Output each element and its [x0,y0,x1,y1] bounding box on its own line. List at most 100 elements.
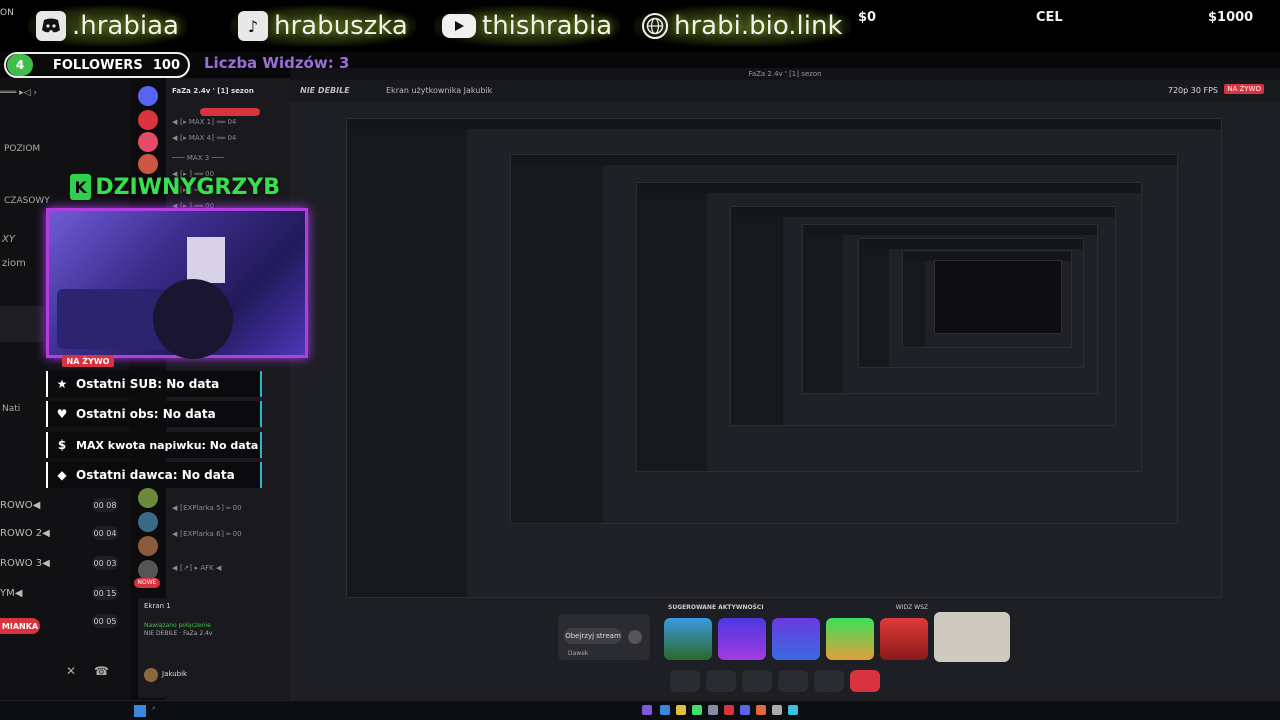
screen-title: Ekran użytkownika Jakubik [386,86,493,95]
left-channel-3[interactable]: ROWO 3 ◀ 00 03 [0,552,130,574]
left-red-badge: MIANKA [0,618,40,634]
channel-item[interactable]: ◀ ⟦▸ MAX 1⟧ ══ 04 [172,118,284,130]
channel-name: ROWO 2 [0,527,43,539]
channel-item[interactable]: ◀ ⟦▸ MAX 4⟧ ══ 04 [172,134,284,146]
left-channel-1[interactable]: ROWO ◀ 00 08 [0,494,130,516]
social-youtube: thishrabia [434,6,621,46]
stream-header: NIE DEBILE Ekran użytkownika Jakubik 720… [290,80,1280,102]
money-goal: $1000 [1208,10,1254,25]
avatar[interactable] [144,668,158,682]
channel-item[interactable]: ◀ ⟦EXPlarka 6⟧ ═ 00 [172,530,284,542]
nested-stream-8 [934,260,1062,334]
server-icon[interactable] [138,560,158,580]
discord-handle[interactable]: .hrabiaa [72,11,179,41]
youtube-handle[interactable]: thishrabia [482,11,612,41]
taskbar-app-icon[interactable] [724,705,734,715]
taskbar-search[interactable]: ⌕ [152,704,192,718]
discord-icon [36,11,66,41]
watch-stream-button[interactable]: Obejrzyj stream [564,628,622,644]
taskbar-app-icon[interactable] [772,705,782,715]
dollar-icon: $ [57,438,67,452]
stat-last-donor: ◆ Ostatni dawca: No data [46,462,262,488]
channel-item[interactable]: ◀ ⟦↗⟧ ▸ AFK ◀ [172,564,284,576]
channel-time: 00 05 [92,614,118,628]
taskbar-app-icon[interactable] [692,705,702,715]
channel-item[interactable]: ◀ ⟦EXPlarka 5⟧ ═ 00 [172,504,284,516]
left-channel-2[interactable]: ROWO 2 ◀ 00 04 [0,522,130,544]
activity-sketch[interactable] [772,618,820,660]
server-icon[interactable] [138,536,158,556]
voice-channel-name[interactable]: Ekran 1 [144,602,171,610]
stream-quality: 720p 30 FPS [1167,86,1218,95]
call-toolbar [670,668,882,694]
server-icon[interactable] [138,488,158,508]
youtube-icon [442,14,476,38]
activity-button[interactable] [778,670,808,692]
channel-item[interactable]: ─── MAX 3 ─── [172,154,284,166]
taskbar-app-icon[interactable] [740,705,750,715]
more-button[interactable] [814,670,844,692]
channel-name: ROWO [0,499,33,511]
social-tiktok: ♪ hrabuszka [230,6,416,46]
see-all-link[interactable]: WIDZ WSZ [896,604,928,611]
live-badge: NA ŻYWO [1224,84,1264,94]
left-row-xy: XY [2,234,15,245]
server-icon[interactable] [138,132,158,152]
disconnect-button[interactable] [850,670,880,692]
server-icon[interactable] [138,110,158,130]
stat-last-sub: ★ Ostatni SUB: No data [46,371,262,397]
server-icon[interactable] [138,154,158,174]
followers-goal-bar: 4 FOLLOWERS 100 [4,52,190,78]
new-badge: NOWE [134,578,160,588]
zoom-icon[interactable] [628,630,642,644]
user-preview-tile[interactable] [934,612,1010,662]
website-handle[interactable]: hrabi.bio.link [674,11,843,41]
activity-poker[interactable] [718,618,766,660]
stat-text: Ostatni SUB: No data [76,377,220,391]
mute-icon[interactable]: ✕ [66,664,76,678]
channel-time: 00 03 [92,556,118,570]
webcam-poster [187,237,225,283]
activity-badcats[interactable] [880,618,928,660]
suggested-activities: SUGEROWANE AKTYWNOŚCI WIDZ WSZ [662,604,1012,664]
activity-gartic[interactable] [826,618,874,660]
webcam-frame [46,208,308,359]
left-row-czasowy: CZASOWY [4,196,50,206]
voice-subtitle: NIE DEBILE · FaZa 2.4v [144,630,213,637]
taskbar-app-icon[interactable] [676,705,686,715]
channel-time: 00 08 [92,498,118,512]
start-icon[interactable] [134,705,146,717]
followers-count: 4 [7,54,33,76]
kick-icon: K [70,174,92,200]
server-name[interactable]: FaZa 2.4v ' [1] sezon [172,87,284,99]
mic-button[interactable] [670,670,700,692]
channel-time: 00 04 [92,526,118,540]
server-icon[interactable] [138,86,158,106]
channel-name: ROWO 3 [0,557,43,569]
new-messages-badge [200,108,260,116]
taskbar-app-icon[interactable] [660,705,670,715]
voice-status: Nawiązano połączenie [144,622,211,629]
screen-share-button[interactable] [742,670,772,692]
taskbar-app-icon[interactable] [756,705,766,715]
followers-goal: 100 [152,57,180,73]
activity-pixelio[interactable] [664,618,712,660]
social-website: hrabi.bio.link [634,6,851,46]
left-selected-row[interactable] [0,306,44,342]
stat-max-tip: $ MAX kwota napiwku: No data [46,432,262,458]
tiktok-icon: ♪ [238,11,268,41]
camera-button[interactable] [706,670,736,692]
taskbar-app-icon[interactable] [708,705,718,715]
stat-text: MAX kwota napiwku: No data [76,438,259,452]
star-icon: ★ [56,377,68,391]
server-icon[interactable] [138,512,158,532]
windows-taskbar: ⌕ [0,700,1280,720]
tiktok-handle[interactable]: hrabuszka [274,11,408,41]
left-row-poziom: POZIOM [4,144,41,154]
left-channel-4[interactable]: YM ◀ 00 15 [0,582,130,604]
taskbar-app-icon[interactable] [788,705,798,715]
stat-last-follow: ♥ Ostatni obs: No data [46,401,262,427]
user-name: Jakubik [162,670,188,678]
taskbar-app-icon[interactable] [642,705,652,715]
hangup-icon[interactable]: ☎ [94,664,109,678]
